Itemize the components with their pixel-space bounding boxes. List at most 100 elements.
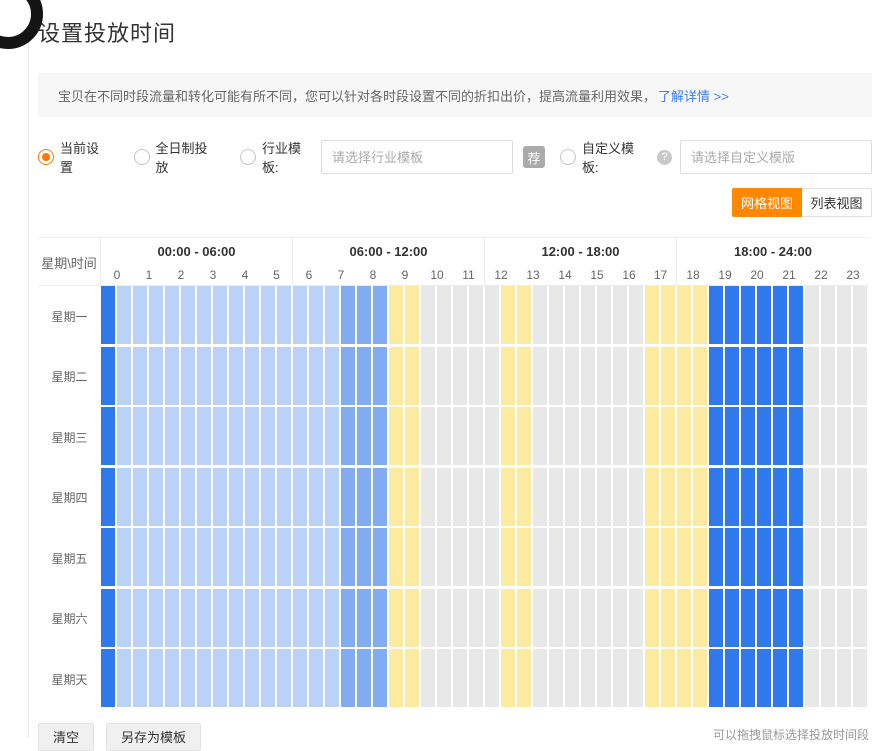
time-slot-cell[interactable] <box>197 528 213 586</box>
time-slot-cell[interactable] <box>853 468 869 526</box>
time-slot-cell[interactable] <box>421 407 437 465</box>
time-slot-cell[interactable] <box>597 649 613 707</box>
time-slot-cell[interactable] <box>117 528 133 586</box>
time-slot-cell[interactable] <box>149 649 165 707</box>
time-slot-cell[interactable] <box>357 407 373 465</box>
radio-all-day[interactable] <box>134 149 150 165</box>
time-slot-cell[interactable] <box>581 286 597 344</box>
time-slot-cell[interactable] <box>501 286 517 344</box>
time-slot-cell[interactable] <box>389 589 405 647</box>
time-slot-cell[interactable] <box>469 407 485 465</box>
time-slot-cell[interactable] <box>389 286 405 344</box>
time-slot-cell[interactable] <box>837 589 853 647</box>
time-slot-cell[interactable] <box>757 286 773 344</box>
time-slot-cell[interactable] <box>293 407 309 465</box>
time-slot-cell[interactable] <box>533 407 549 465</box>
time-slot-cell[interactable] <box>789 286 805 344</box>
time-slot-cell[interactable] <box>325 589 341 647</box>
time-slot-cell[interactable] <box>613 468 629 526</box>
time-slot-cell[interactable] <box>485 347 501 405</box>
time-slot-cell[interactable] <box>805 649 821 707</box>
time-slot-cell[interactable] <box>181 347 197 405</box>
time-slot-cell[interactable] <box>101 286 117 344</box>
time-slot-cell[interactable] <box>629 286 645 344</box>
time-slot-cell[interactable] <box>629 528 645 586</box>
time-slot-cell[interactable] <box>341 528 357 586</box>
time-slot-cell[interactable] <box>613 286 629 344</box>
time-slot-cell[interactable] <box>533 468 549 526</box>
time-slot-cell[interactable] <box>261 347 277 405</box>
time-slot-cell[interactable] <box>133 468 149 526</box>
time-slot-cell[interactable] <box>245 347 261 405</box>
time-slot-cell[interactable] <box>853 528 869 586</box>
time-slot-cell[interactable] <box>709 286 725 344</box>
time-slot-cell[interactable] <box>213 589 229 647</box>
time-slot-cell[interactable] <box>165 286 181 344</box>
time-slot-cell[interactable] <box>213 528 229 586</box>
time-slot-cell[interactable] <box>325 649 341 707</box>
time-slot-cell[interactable] <box>277 468 293 526</box>
time-slot-cell[interactable] <box>661 286 677 344</box>
time-slot-cell[interactable] <box>517 286 533 344</box>
time-slot-cell[interactable] <box>357 649 373 707</box>
time-slot-cell[interactable] <box>325 528 341 586</box>
time-slot-cell[interactable] <box>357 589 373 647</box>
time-slot-cell[interactable] <box>789 407 805 465</box>
time-slot-cell[interactable] <box>245 407 261 465</box>
time-slot-cell[interactable] <box>613 347 629 405</box>
time-slot-cell[interactable] <box>741 407 757 465</box>
time-slot-cell[interactable] <box>581 468 597 526</box>
time-slot-cell[interactable] <box>565 589 581 647</box>
time-slot-cell[interactable] <box>677 407 693 465</box>
time-slot-cell[interactable] <box>229 649 245 707</box>
time-slot-cell[interactable] <box>373 407 389 465</box>
time-slot-cell[interactable] <box>549 407 565 465</box>
time-slot-cell[interactable] <box>693 286 709 344</box>
radio-current-setting[interactable] <box>38 149 54 165</box>
time-slot-cell[interactable] <box>181 528 197 586</box>
time-slot-cell[interactable] <box>837 649 853 707</box>
time-slot-cell[interactable] <box>485 286 501 344</box>
time-slot-cell[interactable] <box>837 347 853 405</box>
time-slot-cell[interactable] <box>677 649 693 707</box>
time-slot-cell[interactable] <box>341 649 357 707</box>
time-slot-cell[interactable] <box>405 589 421 647</box>
time-slot-cell[interactable] <box>821 286 837 344</box>
time-slot-cell[interactable] <box>133 589 149 647</box>
time-slot-cell[interactable] <box>341 286 357 344</box>
time-slot-cell[interactable] <box>261 589 277 647</box>
time-slot-cell[interactable] <box>197 407 213 465</box>
time-slot-cell[interactable] <box>725 528 741 586</box>
time-slot-cell[interactable] <box>261 468 277 526</box>
time-slot-cell[interactable] <box>437 347 453 405</box>
time-slot-cell[interactable] <box>613 589 629 647</box>
time-slot-cell[interactable] <box>517 347 533 405</box>
time-slot-cell[interactable] <box>389 407 405 465</box>
time-slot-cell[interactable] <box>533 286 549 344</box>
time-slot-cell[interactable] <box>213 286 229 344</box>
time-slot-cell[interactable] <box>613 649 629 707</box>
time-slot-cell[interactable] <box>709 347 725 405</box>
time-slot-cell[interactable] <box>629 468 645 526</box>
time-slot-cell[interactable] <box>485 468 501 526</box>
time-slot-cell[interactable] <box>757 468 773 526</box>
time-slot-cell[interactable] <box>117 589 133 647</box>
custom-template-input[interactable] <box>680 140 872 174</box>
time-slot-cell[interactable] <box>133 347 149 405</box>
time-slot-cell[interactable] <box>677 528 693 586</box>
time-slot-cell[interactable] <box>693 347 709 405</box>
time-slot-cell[interactable] <box>245 468 261 526</box>
time-slot-cell[interactable] <box>469 468 485 526</box>
time-slot-cell[interactable] <box>469 286 485 344</box>
time-slot-cell[interactable] <box>597 468 613 526</box>
time-slot-cell[interactable] <box>645 286 661 344</box>
time-slot-cell[interactable] <box>565 286 581 344</box>
save-as-template-button[interactable]: 另存为模板 <box>106 723 201 751</box>
time-slot-cell[interactable] <box>213 649 229 707</box>
time-slot-cell[interactable] <box>405 528 421 586</box>
time-slot-cell[interactable] <box>245 589 261 647</box>
time-slot-cell[interactable] <box>469 589 485 647</box>
time-slot-cell[interactable] <box>837 286 853 344</box>
time-slot-cell[interactable] <box>229 407 245 465</box>
time-slot-cell[interactable] <box>421 528 437 586</box>
